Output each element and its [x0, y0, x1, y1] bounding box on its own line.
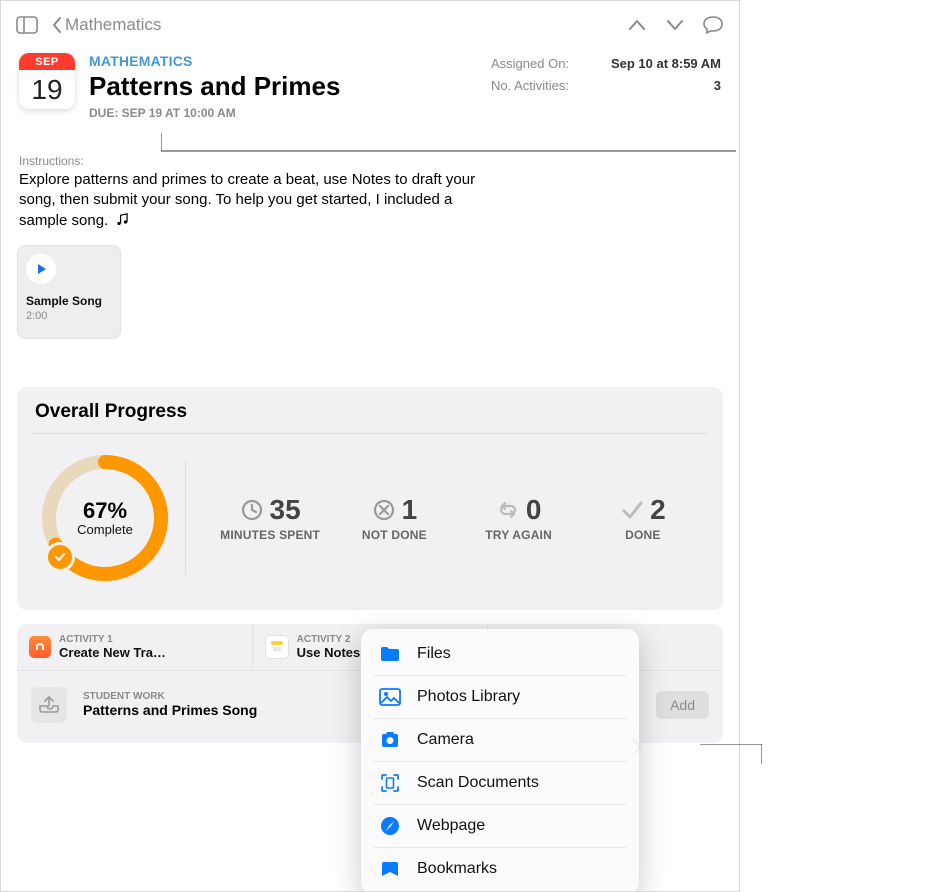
- popover-label: Webpage: [417, 817, 485, 835]
- stat-done-value: 2: [650, 494, 666, 526]
- due-label: DUE: SEP 19 AT 10:00 AM: [89, 106, 477, 120]
- instructions-label: Instructions:: [1, 120, 739, 170]
- stat-not-done: 1 NOT DONE: [332, 494, 456, 542]
- stat-minutes: 35 MINUTES SPENT: [208, 494, 332, 542]
- calendar-icon: SEP 19: [19, 53, 75, 109]
- assigned-on-value: Sep 10 at 8:59 AM: [611, 53, 721, 75]
- student-work-title: Patterns and Primes Song: [83, 702, 257, 718]
- music-notes-icon: [114, 211, 130, 227]
- progress-ring: 67% Complete: [35, 448, 175, 588]
- divider: [185, 460, 186, 575]
- check-icon: [620, 498, 644, 522]
- stat-try-again-value: 0: [526, 494, 542, 526]
- calendar-month: SEP: [19, 53, 75, 70]
- popover-label: Camera: [417, 731, 474, 749]
- chevron-left-icon: [51, 16, 63, 34]
- popover-item-files[interactable]: Files: [373, 633, 627, 675]
- attachment-sample-song[interactable]: Sample Song 2:00: [17, 245, 121, 339]
- next-item-icon[interactable]: [661, 11, 689, 39]
- breadcrumb-label: Mathematics: [65, 15, 161, 35]
- attachment-title: Sample Song: [26, 294, 112, 308]
- add-popover: Files Photos Library Camera Scan Documen…: [361, 629, 639, 892]
- assignment-meta: Assigned On: Sep 10 at 8:59 AM No. Activ…: [491, 53, 721, 120]
- popover-label: Scan Documents: [417, 774, 539, 792]
- safari-icon: [379, 815, 401, 837]
- stat-minutes-label: MINUTES SPENT: [214, 528, 326, 542]
- page-title: Patterns and Primes: [89, 71, 477, 102]
- stat-try-again: 0 TRY AGAIN: [457, 494, 581, 542]
- divider: [33, 433, 707, 434]
- attachment-duration: 2:00: [26, 310, 112, 322]
- popover-label: Files: [417, 645, 451, 663]
- activity-1-num: ACTIVITY 1: [59, 634, 166, 645]
- progress-percent-sub: Complete: [77, 522, 133, 537]
- instructions-text: Explore patterns and primes to create a …: [19, 171, 475, 229]
- stat-not-done-label: NOT DONE: [338, 528, 450, 542]
- garageband-icon: [29, 636, 51, 658]
- activity-1-title: Create New Tra…: [59, 645, 166, 660]
- comment-icon[interactable]: [699, 11, 727, 39]
- photo-icon: [379, 686, 401, 708]
- add-button[interactable]: Add: [656, 691, 709, 719]
- clock-icon: [240, 498, 264, 522]
- bookmark-icon: [379, 858, 401, 880]
- folder-icon: [379, 643, 401, 665]
- not-done-icon: [372, 498, 396, 522]
- scan-icon: [379, 772, 401, 794]
- stat-done-label: DONE: [587, 528, 699, 542]
- stat-try-again-label: TRY AGAIN: [463, 528, 575, 542]
- progress-percent: 67%: [77, 498, 133, 524]
- retry-icon: [496, 498, 520, 522]
- instructions-body: Explore patterns and primes to create a …: [1, 170, 497, 231]
- stat-done: 2 DONE: [581, 494, 705, 542]
- popover-label: Bookmarks: [417, 860, 497, 878]
- activity-1[interactable]: ACTIVITY 1 Create New Tra…: [17, 624, 252, 670]
- sidebar-toggle-icon[interactable]: [13, 11, 41, 39]
- num-activities-value: 3: [714, 75, 721, 97]
- play-icon[interactable]: [26, 254, 56, 284]
- submission-tray-icon: [31, 687, 67, 723]
- overall-progress-card: Overall Progress 67% Complete: [17, 387, 723, 610]
- prev-item-icon[interactable]: [623, 11, 651, 39]
- num-activities-label: No. Activities:: [491, 75, 569, 97]
- stat-minutes-value: 35: [270, 494, 301, 526]
- notes-app-icon: [265, 635, 289, 659]
- checkmark-badge-icon: [45, 542, 75, 572]
- breadcrumb[interactable]: Mathematics: [51, 15, 161, 35]
- popover-item-scan[interactable]: Scan Documents: [373, 761, 627, 804]
- camera-icon: [379, 729, 401, 751]
- popover-item-camera[interactable]: Camera: [373, 718, 627, 761]
- popover-item-photos[interactable]: Photos Library: [373, 675, 627, 718]
- title-bar: Mathematics: [1, 1, 739, 49]
- progress-title: Overall Progress: [35, 401, 705, 423]
- popover-label: Photos Library: [417, 688, 520, 706]
- student-work-label: STUDENT WORK: [83, 691, 257, 702]
- stat-not-done-value: 1: [402, 494, 418, 526]
- assigned-on-label: Assigned On:: [491, 53, 569, 75]
- calendar-day: 19: [19, 70, 75, 109]
- popover-item-bookmarks[interactable]: Bookmarks: [373, 847, 627, 890]
- popover-item-webpage[interactable]: Webpage: [373, 804, 627, 847]
- subject-label: MATHEMATICS: [89, 53, 477, 69]
